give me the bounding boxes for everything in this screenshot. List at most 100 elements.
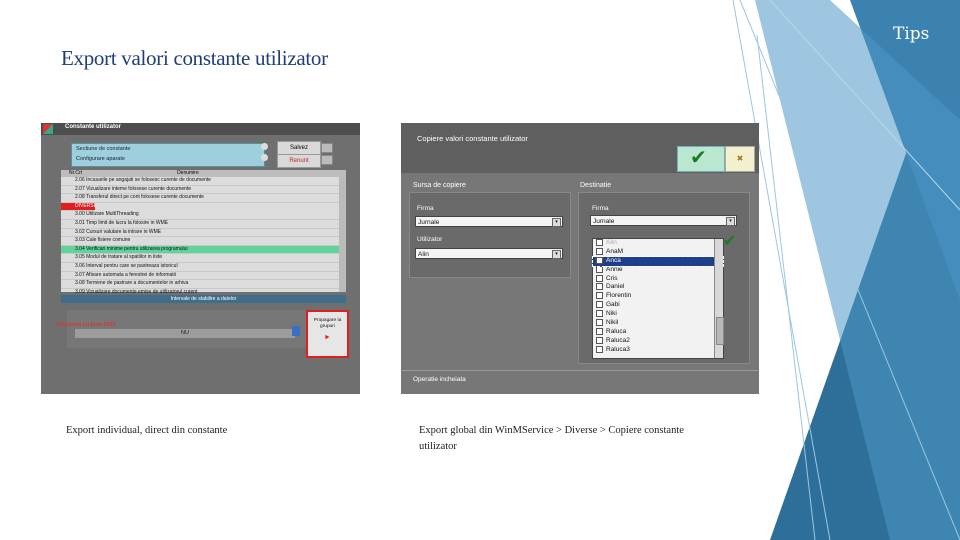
checkbox[interactable] bbox=[596, 327, 603, 335]
dialog-title: Copiere valori constante utilizator bbox=[417, 134, 528, 143]
checkbox[interactable] bbox=[596, 301, 603, 309]
user-name: Raluca bbox=[606, 328, 627, 336]
section-selector[interactable]: Sectiune de constante Configurare aparat… bbox=[71, 143, 265, 167]
small-button[interactable] bbox=[321, 143, 333, 153]
column-header: Denumire bbox=[177, 170, 199, 176]
destination-section-label: Destinatie bbox=[580, 182, 612, 189]
screenshot-constante-utilizator: Constante utilizator Sectiune de constan… bbox=[41, 123, 360, 394]
ok-button[interactable]: ✔ bbox=[677, 146, 725, 172]
list-item[interactable]: Gabi bbox=[593, 301, 723, 310]
table-scrollbar[interactable] bbox=[339, 177, 346, 292]
search-icon[interactable] bbox=[261, 154, 268, 161]
app-logo-icon bbox=[43, 124, 53, 134]
checkbox[interactable] bbox=[596, 310, 603, 318]
user-name: AnaM bbox=[606, 248, 623, 256]
checkbox[interactable] bbox=[596, 247, 603, 255]
checkmark-icon: ✔ bbox=[690, 147, 707, 169]
list-item[interactable]: AnaM bbox=[593, 247, 723, 257]
user-name: Nikil bbox=[606, 319, 619, 327]
table-row[interactable]: 3.06 Interval pentru care se pastreaza i… bbox=[61, 263, 346, 272]
list-item[interactable]: Raluca2 bbox=[593, 336, 723, 346]
value-label: Incepand cu luna 2013 bbox=[57, 322, 116, 328]
table-row[interactable]: 2.06 Incasarile pe angajati se folosesc … bbox=[61, 177, 346, 186]
table-row[interactable]: 3.08 Termene de pastrare a documentelor … bbox=[61, 280, 346, 289]
cancel-button[interactable]: Renunt bbox=[277, 154, 321, 168]
list-item[interactable]: Niki bbox=[593, 310, 723, 319]
cancel-button[interactable]: ✖ bbox=[725, 146, 755, 172]
utilizator-value: Alin bbox=[418, 251, 429, 258]
info-icon bbox=[292, 326, 300, 336]
chevron-down-icon: ▾ bbox=[552, 250, 561, 259]
checkbox-checked[interactable] bbox=[596, 256, 603, 264]
user-name: Gabi bbox=[606, 301, 620, 309]
divider bbox=[401, 370, 759, 371]
propagate-button[interactable]: Propagare la grupuri ► bbox=[292, 310, 349, 358]
arrow-right-icon: ► bbox=[324, 334, 331, 341]
section-strip: Intervale de stabilire a datelor bbox=[61, 295, 346, 303]
dest-firma-label: Firma bbox=[592, 205, 609, 212]
small-button[interactable] bbox=[321, 155, 333, 165]
selector-item[interactable]: Configurare aparate bbox=[72, 154, 264, 164]
table-row[interactable]: 3.07 Afisare automata a ferestrei de inf… bbox=[61, 272, 346, 281]
user-name: Raluca3 bbox=[606, 345, 630, 353]
utilizator-label: Utilizator bbox=[417, 236, 443, 243]
caption-right: Export global din WinMService > Diverse … bbox=[419, 425, 684, 452]
list-item[interactable]: Annie bbox=[593, 265, 723, 275]
dest-firma-value: Jurnale bbox=[593, 218, 615, 225]
close-icon: ✖ bbox=[736, 154, 744, 163]
user-name: Florentin bbox=[606, 292, 632, 300]
select-all-checkmark-icon[interactable]: ✔ bbox=[723, 231, 736, 251]
value-field[interactable]: NU bbox=[75, 329, 295, 338]
table-row[interactable]: 3.05 Modul de tratare al spatiilor in li… bbox=[61, 254, 346, 263]
checkbox[interactable] bbox=[596, 336, 603, 344]
table-row[interactable]: 2.07 Vizualizare inteme folosese curente… bbox=[61, 186, 346, 195]
firma-select[interactable]: Jurnale ▾ bbox=[415, 216, 563, 227]
column-header: Nr.Crt bbox=[69, 170, 83, 176]
window-title: Constante utilizator bbox=[65, 124, 122, 130]
list-scrollbar[interactable] bbox=[714, 239, 724, 358]
checkbox[interactable] bbox=[596, 283, 603, 291]
source-section-label: Sursa de copiere bbox=[413, 182, 466, 189]
screenshot-copiere-constante: Copiere valori constante utilizator ✔ ✖ … bbox=[401, 123, 759, 394]
selector-item[interactable]: Sectiune de constante bbox=[72, 144, 264, 154]
table-row[interactable]: 3.03 Cale fisiere comune bbox=[61, 237, 346, 246]
dest-firma-select[interactable]: Jurnale ▾ bbox=[590, 215, 737, 226]
table-row-selected[interactable]: 3.04 Verificari minime pentru utilizarea… bbox=[61, 245, 346, 255]
table-row[interactable]: 3.01 Timp limit de lucru la folosire in … bbox=[61, 220, 346, 229]
user-name: Daniel bbox=[606, 283, 625, 291]
checkbox[interactable] bbox=[596, 292, 603, 300]
chevron-down-icon: ▾ bbox=[726, 217, 735, 226]
caption-left: Export individual, direct din constante bbox=[66, 425, 228, 436]
arrow-up-icon[interactable] bbox=[261, 143, 268, 150]
list-item[interactable]: Florentin bbox=[593, 292, 723, 301]
list-item[interactable]: Daniel bbox=[593, 283, 723, 292]
tips-label: Tips bbox=[893, 24, 930, 44]
user-name: Cris bbox=[606, 274, 618, 282]
users-list[interactable]: Alin AnaM Anca Annie Cris Daniel Florent… bbox=[592, 238, 724, 359]
list-item[interactable]: Raluca3 bbox=[593, 345, 723, 355]
table-row[interactable]: 2.08 Transferul direct pe cont folosese … bbox=[61, 194, 346, 203]
checkbox[interactable] bbox=[596, 265, 603, 273]
table-row-group[interactable]: DIVERSE bbox=[61, 202, 95, 212]
list-item[interactable]: Cris bbox=[593, 274, 723, 284]
table-row[interactable]: 3.00 Utilizare MultiThreading bbox=[61, 211, 346, 220]
firma-value: Jurnale bbox=[418, 219, 440, 226]
user-name: Niki bbox=[606, 310, 617, 318]
propagate-label: Propagare la grupuri bbox=[313, 318, 342, 329]
checkbox[interactable] bbox=[596, 274, 603, 282]
checkbox[interactable] bbox=[596, 239, 603, 246]
user-name: Annie bbox=[606, 265, 623, 273]
list-item[interactable]: Nikil bbox=[593, 319, 723, 328]
list-item[interactable]: Alin bbox=[593, 239, 723, 248]
constants-table: Nr.Crt Denumire 2.06 Incasarile pe angaj… bbox=[61, 170, 346, 298]
user-name: Anca bbox=[606, 257, 621, 264]
checkbox[interactable] bbox=[596, 319, 603, 327]
list-item[interactable]: Raluca bbox=[593, 327, 723, 337]
status-text: Operatie incheiata bbox=[413, 376, 466, 383]
checkbox[interactable] bbox=[596, 345, 603, 353]
scrollbar-thumb[interactable] bbox=[716, 317, 724, 345]
list-item-selected[interactable]: Anca bbox=[592, 255, 724, 267]
save-button[interactable]: Salvez bbox=[277, 141, 321, 155]
table-row[interactable]: 3.02 Cursuri valutare la intrare in WME bbox=[61, 229, 346, 238]
utilizator-select[interactable]: Alin ▾ bbox=[415, 248, 563, 259]
